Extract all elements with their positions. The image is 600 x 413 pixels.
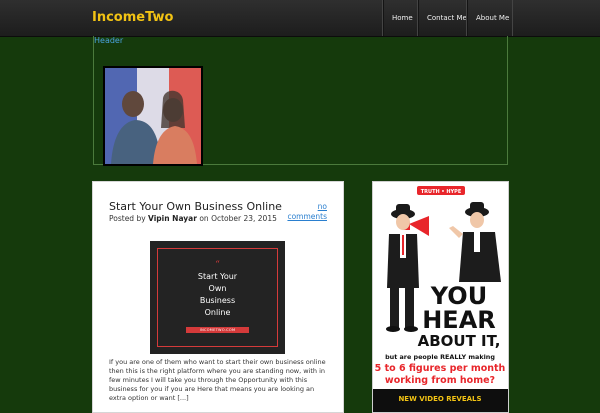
profile-photo-image [105,68,201,164]
ad-graphic: TRUTH • HYPE YOU HEAR ABOUT IT, but are … [373,186,508,412]
profile-photo[interactable] [103,66,203,166]
featured-image-text: Start Your Own Business Online [197,272,238,317]
featured-image-site: INCOMETWO.COM [186,327,249,333]
site-brand[interactable]: IncomeTwo [92,10,173,25]
header-area: Header [93,36,508,166]
post-title[interactable]: Start Your Own Business Online [109,200,282,213]
posted-by-label: Posted by [109,214,146,223]
ad-line-3: working from home? [385,375,495,386]
main-nav: Home Contact Me About Me [382,0,513,36]
nav-item-about-me[interactable]: About Me [466,0,513,36]
featured-image-frame: “ Start Your Own Business Online INCOMET… [157,248,278,347]
header-image-link[interactable]: Header [94,36,123,45]
comments-link[interactable]: no comments [277,202,327,222]
post-author: Vipin Nayar [148,214,197,223]
nav-item-contact-me[interactable]: Contact Me [417,0,467,36]
nav-item-home[interactable]: Home [382,0,417,36]
post-excerpt: If you are one of them who want to start… [109,358,326,402]
ad-badge: TRUTH • HYPE [421,189,462,195]
post-card: Start Your Own Business Online no commen… [92,181,344,413]
ad-line-2: 5 to 6 figures per month [375,363,506,374]
ad-line-1: but are people REALLY making [385,353,495,361]
featured-image[interactable]: “ Start Your Own Business Online INCOMET… [150,241,285,354]
post-meta: Posted by Vipin Nayar on October 23, 201… [109,214,277,223]
ad-headline-3: ABOUT IT, [418,332,501,350]
top-navbar: IncomeTwo Home Contact Me About Me [0,0,600,37]
sidebar-ad[interactable]: TRUTH • HYPE YOU HEAR ABOUT IT, but are … [372,181,509,413]
date-prefix: on [199,214,209,223]
quote-icon: “ [215,260,220,270]
post-date: October 23, 2015 [211,214,277,223]
ad-footer: NEW VIDEO REVEALS [398,395,481,403]
ad-headline-2: HEAR [422,306,496,334]
